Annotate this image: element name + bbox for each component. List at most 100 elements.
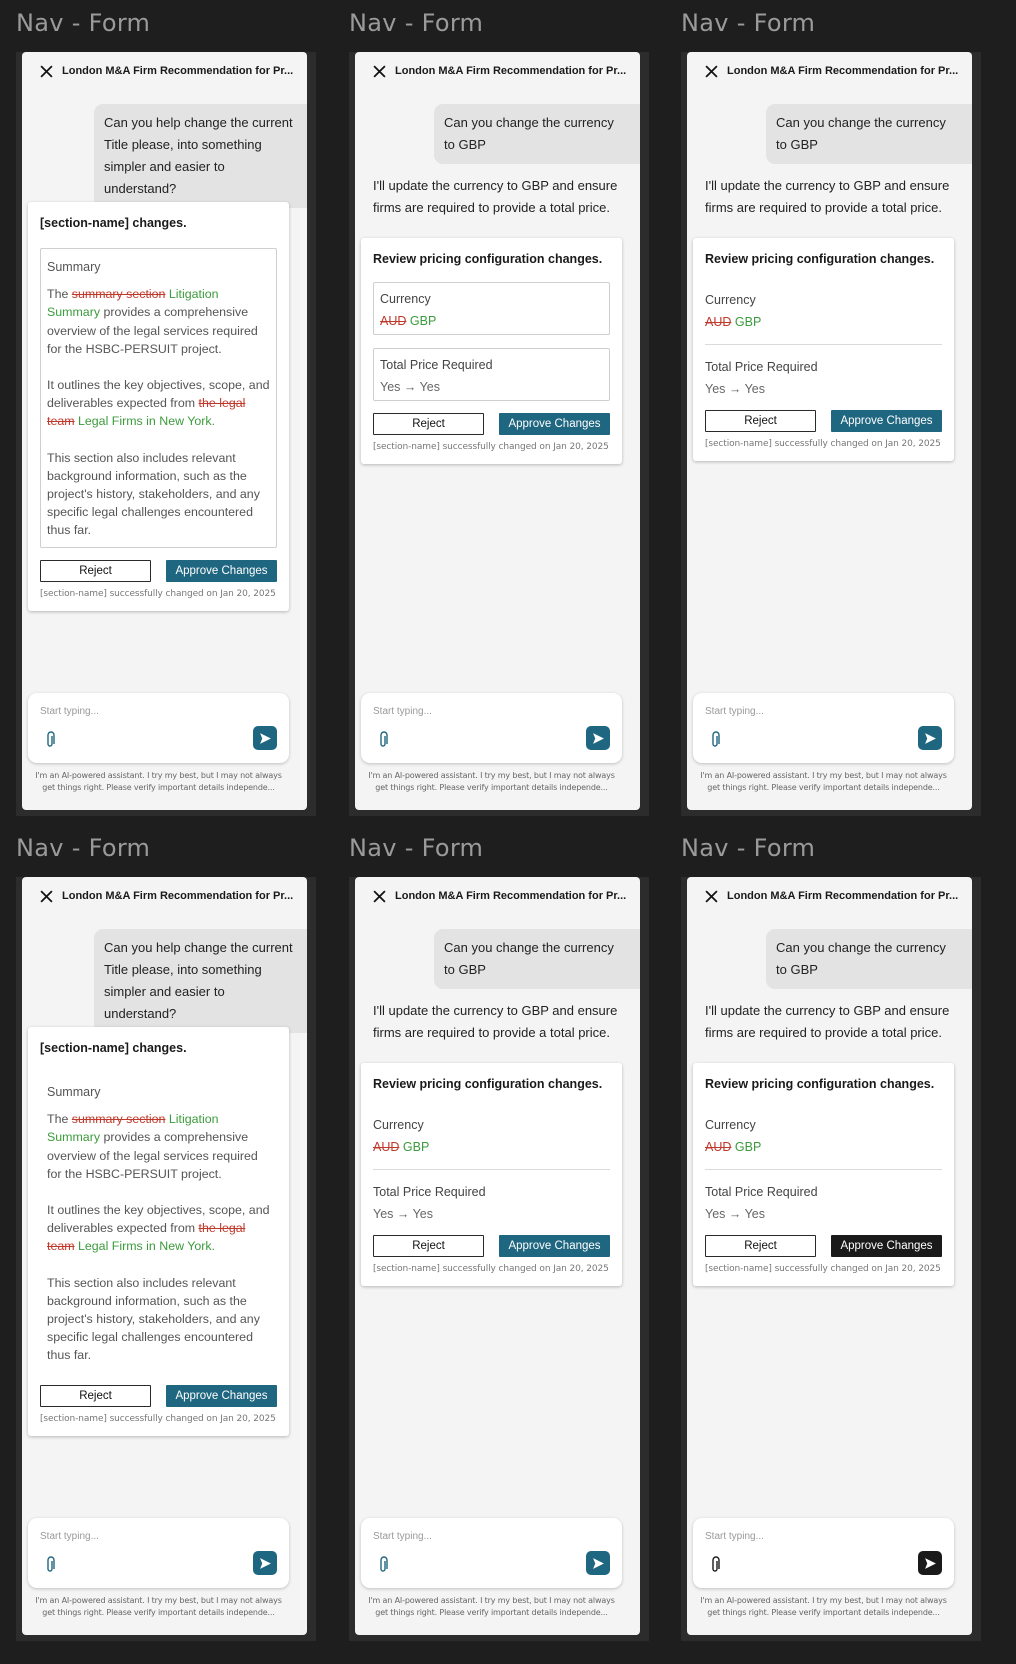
close-icon[interactable] xyxy=(705,889,718,903)
currency-label: Currency xyxy=(705,1118,756,1132)
panel-header: London M&A Firm Recommendation for Pr... xyxy=(355,877,640,915)
close-icon[interactable] xyxy=(40,889,53,903)
divider xyxy=(705,1169,942,1170)
total-price-field: Total Price Required Yes → Yes xyxy=(705,1176,942,1227)
panel-header: London M&A Firm Recommendation for Pr... xyxy=(687,877,972,915)
send-icon xyxy=(592,1557,604,1569)
approve-changes-button[interactable]: Approve Changes xyxy=(831,1235,942,1257)
change-card: Review pricing configuration changes. Cu… xyxy=(693,238,954,461)
total-price-field: Total Price Required Yes → Yes xyxy=(373,348,610,401)
frame-label: Nav - Form xyxy=(16,9,151,37)
card-title: Review pricing configuration changes. xyxy=(373,1077,603,1091)
status-text: [section-name] successfully changed on J… xyxy=(40,1413,276,1424)
currency-label: Currency xyxy=(705,293,756,307)
message-input[interactable]: Start typing... xyxy=(705,1531,764,1542)
paperclip-icon[interactable] xyxy=(44,1556,56,1574)
message-input[interactable]: Start typing... xyxy=(373,1531,432,1542)
approve-changes-button[interactable]: Approve Changes xyxy=(499,1235,610,1257)
send-button[interactable] xyxy=(918,1551,942,1575)
inserted-text: Legal Firms in New York. xyxy=(78,414,216,429)
summary-paragraph-3: This section also includes relevant back… xyxy=(47,450,260,538)
message-input[interactable]: Start typing... xyxy=(705,706,764,717)
message-composer[interactable]: Start typing... xyxy=(28,693,289,763)
message-composer[interactable]: Start typing... xyxy=(693,693,954,763)
reject-button[interactable]: Reject xyxy=(373,413,484,435)
inserted-text: Legal Firms in New York. xyxy=(78,1239,216,1254)
paperclip-icon[interactable] xyxy=(377,731,389,749)
summary-diff-box: Summary The summary section Litigation S… xyxy=(40,1073,277,1373)
message-composer[interactable]: Start typing... xyxy=(361,693,622,763)
close-icon[interactable] xyxy=(40,64,53,78)
reject-button[interactable]: Reject xyxy=(40,1384,151,1407)
paperclip-icon[interactable] xyxy=(709,1556,721,1574)
total-price-value: Yes → Yes xyxy=(705,1207,766,1221)
approve-changes-button[interactable]: Approve Changes xyxy=(166,1384,277,1407)
message-composer[interactable]: Start typing... xyxy=(28,1518,289,1588)
panel-title: London M&A Firm Recommendation for Pr... xyxy=(395,890,627,902)
send-button[interactable] xyxy=(586,726,610,750)
frame-summary-flat: London M&A Firm Recommendation for Pr...… xyxy=(16,877,316,1641)
send-button[interactable] xyxy=(253,1551,277,1575)
user-message: Can you change the currency to GBP xyxy=(434,104,640,164)
status-text: [section-name] successfully changed on J… xyxy=(40,588,276,599)
card-title: [section-name] changes. xyxy=(40,1041,187,1055)
total-price-label: Total Price Required xyxy=(705,1185,818,1199)
reject-button[interactable]: Reject xyxy=(373,1235,484,1257)
paperclip-icon[interactable] xyxy=(709,731,721,749)
reject-button[interactable]: Reject xyxy=(40,559,151,582)
message-composer[interactable]: Start typing... xyxy=(693,1518,954,1588)
summary-diff-box: Summary The summary section Litigation S… xyxy=(40,248,277,548)
total-price-value: Yes → Yes xyxy=(380,380,441,394)
total-price-field: Total Price Required Yes → Yes xyxy=(705,351,942,402)
send-button[interactable] xyxy=(586,1551,610,1575)
summary-heading: Summary xyxy=(47,1085,101,1099)
approve-changes-button[interactable]: Approve Changes xyxy=(831,410,942,432)
paperclip-icon[interactable] xyxy=(377,1556,389,1574)
message-input[interactable]: Start typing... xyxy=(40,706,99,717)
panel-title: London M&A Firm Recommendation for Pr... xyxy=(62,890,294,902)
currency-value: AUD GBP xyxy=(705,1140,762,1154)
frame-currency-divided-teal: London M&A Firm Recommendation for Pr...… xyxy=(349,877,649,1641)
send-button[interactable] xyxy=(253,726,277,750)
send-button[interactable] xyxy=(918,726,942,750)
send-icon xyxy=(924,1557,936,1569)
close-icon[interactable] xyxy=(373,64,386,78)
action-buttons: Reject Approve Changes xyxy=(40,1384,277,1407)
total-price-label: Total Price Required xyxy=(373,1185,486,1199)
currency-field: Currency AUD GBP xyxy=(373,1109,610,1160)
change-card: [section-name] changes. Summary The summ… xyxy=(28,1027,289,1436)
reject-button[interactable]: Reject xyxy=(705,1235,816,1257)
send-icon xyxy=(259,732,271,744)
panel-header: London M&A Firm Recommendation for Pr... xyxy=(22,877,307,915)
summary-paragraph-1: The summary section Litigation Summary p… xyxy=(47,1112,258,1181)
send-icon xyxy=(592,732,604,744)
status-text: [section-name] successfully changed on J… xyxy=(705,439,941,449)
user-message: Can you change the currency to GBP xyxy=(434,929,640,989)
reject-button[interactable]: Reject xyxy=(705,410,816,432)
close-icon[interactable] xyxy=(705,64,718,78)
user-message: Can you help change the current Title pl… xyxy=(94,104,307,208)
deleted-text: summary section xyxy=(71,287,166,302)
approve-changes-button[interactable]: Approve Changes xyxy=(499,413,610,435)
message-input[interactable]: Start typing... xyxy=(40,1531,99,1542)
status-text: [section-name] successfully changed on J… xyxy=(705,1264,941,1274)
paperclip-icon[interactable] xyxy=(44,731,56,749)
message-composer[interactable]: Start typing... xyxy=(361,1518,622,1588)
user-message: Can you change the currency to GBP xyxy=(766,929,972,989)
currency-field: Currency AUD GBP xyxy=(705,284,942,335)
disclaimer: I'm an AI-powered assistant. I try my be… xyxy=(700,771,947,792)
send-icon xyxy=(259,1557,271,1569)
status-text: [section-name] successfully changed on J… xyxy=(373,442,609,452)
approve-changes-button[interactable]: Approve Changes xyxy=(166,559,277,582)
total-price-value: Yes → Yes xyxy=(373,1207,434,1221)
disclaimer: I'm an AI-powered assistant. I try my be… xyxy=(35,771,282,792)
total-price-value: Yes → Yes xyxy=(705,382,766,396)
assistant-message: I'll update the currency to GBP and ensu… xyxy=(705,1003,950,1040)
user-message: Can you help change the current Title pl… xyxy=(94,929,307,1033)
card-title: [section-name] changes. xyxy=(40,216,187,230)
summary-heading: Summary xyxy=(47,260,101,274)
currency-label: Currency xyxy=(373,1118,424,1132)
close-icon[interactable] xyxy=(373,889,386,903)
message-input[interactable]: Start typing... xyxy=(373,706,432,717)
frame-label: Nav - Form xyxy=(681,9,816,37)
